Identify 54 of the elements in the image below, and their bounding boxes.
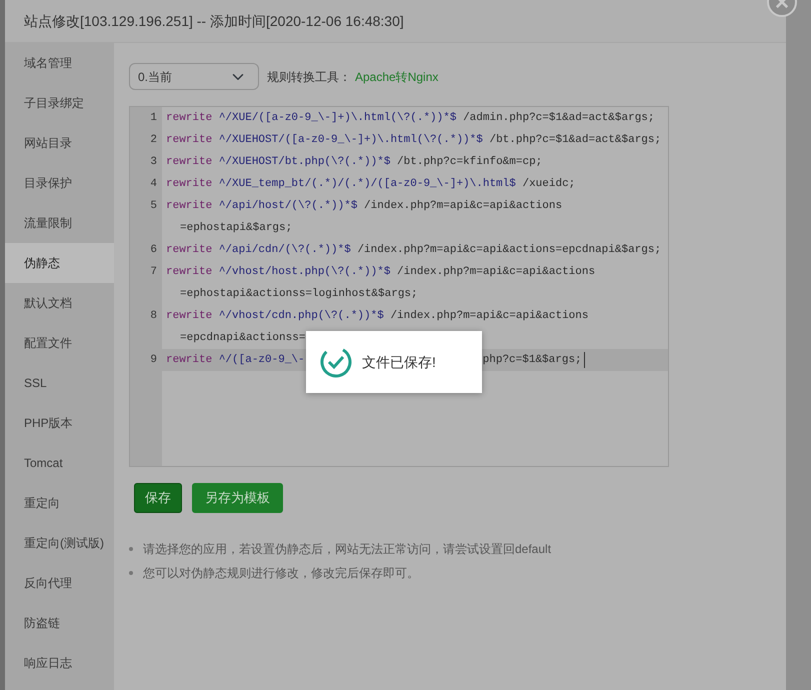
code-editor[interactable] [129, 106, 669, 467]
save-template-button[interactable]: 另存为模板 [192, 483, 283, 512]
code-text: ^/api/cdn/(\?(.*))*$ [218, 242, 352, 258]
sidebar-item[interactable]: 伪静态 [5, 243, 114, 283]
code-text: /bt.php?c=$1&ad=act&$args; [489, 132, 662, 148]
note-text: 请选择您的应用，若设置伪静态后，网站无法正常访问，请尝试设置回default [143, 540, 552, 556]
line-number: 5 [149, 198, 158, 214]
code-text: /index.php?m=api&c=api&actions=epcdnapi&$args; [357, 242, 662, 258]
code-text: rewrite [166, 110, 214, 126]
code-text: rewrite [166, 198, 214, 214]
check-icon [320, 346, 352, 378]
converter-link[interactable]: Apache转Nginx [355, 68, 438, 86]
code-text: ^/vhost/host.php(\?(.*))*$ [218, 264, 392, 280]
text-cursor [584, 352, 585, 368]
code-text: ^/XUEHOST/([a-z0-9_\-]+)\.html(\?(.*))*$ [218, 132, 484, 148]
code-text: rewrite [166, 154, 214, 170]
line-number: 7 [149, 264, 158, 280]
code-text: =ephostapi&$args; [180, 220, 292, 236]
line-number: 8 [149, 308, 158, 324]
code-text: ^/XUEHOST/bt.php(\?(.*))*$ [218, 154, 392, 170]
line-number: 2 [149, 132, 158, 148]
bullet-icon [129, 570, 133, 574]
code-text: php?c=$1&$args; [482, 352, 582, 368]
code-text: rewrite [166, 132, 214, 148]
line-number: 9 [149, 352, 158, 368]
code-text: rewrite [166, 264, 214, 280]
code-text: ^/vhost/cdn.php(\?(.*))*$ [218, 308, 385, 324]
code-text: ^/XUE/([a-z0-9_\-]+)\.html(\?(.*))*$ [218, 110, 458, 126]
code-text: rewrite [166, 242, 214, 258]
code-text: /index.php?m=api&c=api&actions [390, 308, 588, 324]
note-text: 您可以对伪静态规则进行修改，修改完后保存即可。 [143, 564, 419, 580]
code-text: /admin.php?c=$1&ad=act&$args; [463, 110, 654, 126]
code-text: /bt.php?c=kfinfo&m=cp; [397, 154, 542, 170]
code-text: rewrite [166, 352, 214, 368]
tool-label: 规则转换工具： [267, 68, 351, 86]
code-text: ^/([a-z0-9_\- [218, 352, 305, 368]
save-button[interactable]: 保存 [134, 483, 182, 512]
code-text: rewrite [166, 308, 214, 324]
line-number: 3 [149, 154, 158, 170]
code-text: /xueidc; [522, 176, 576, 192]
line-number: 6 [149, 242, 158, 258]
line-number: 4 [149, 176, 158, 192]
code-text: /index.php?m=api&c=api&actions [397, 264, 596, 280]
code-text: ^/XUE_temp_bt/(.*)/(.*)/([a-z0-9_\-]+)\.html$ [218, 176, 517, 192]
dialog-title: 站点修改[103.129.196.251] -- 添加时间[2020-12-06 16:48:30] [24, 12, 404, 31]
bullet-icon [129, 546, 133, 550]
version-select[interactable]: 0.当前 [129, 63, 259, 90]
toast-message: 文件已保存! [362, 352, 436, 372]
code-text: =ephostapi&actionss=loginhost&$args; [180, 286, 418, 302]
code-text: rewrite [166, 176, 214, 192]
code-text: ^/api/host/(\?(.*))*$ [218, 198, 358, 214]
code-text: =epcdnapi&actionss= [180, 330, 306, 346]
line-number: 1 [149, 110, 158, 126]
code-text: /index.php?m=api&c=api&actions [364, 198, 562, 214]
